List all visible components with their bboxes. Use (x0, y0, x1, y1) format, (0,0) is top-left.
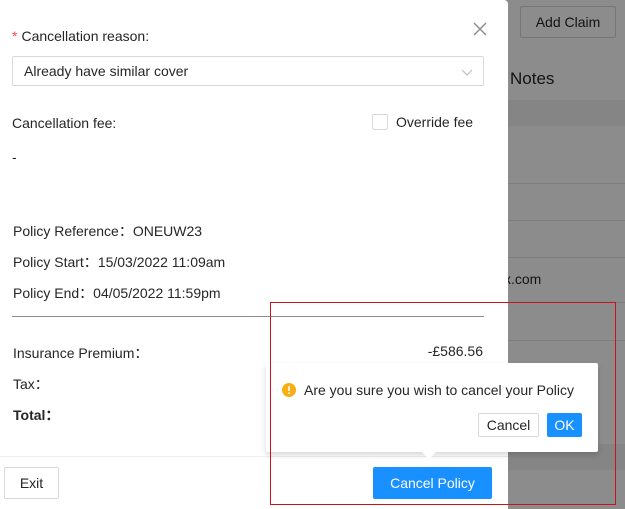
cancellation-reason-select[interactable]: Already have similar cover (12, 56, 484, 86)
policy-end-value: 04/05/2022 11:59pm (93, 285, 221, 301)
policy-start-row: Policy Start：15/03/2022 11:09am (13, 252, 225, 272)
cancellation-reason-text: Cancellation reason: (21, 28, 150, 44)
policy-reference-label: Policy Reference： (13, 223, 133, 239)
chevron-down-icon (461, 69, 473, 76)
tax-label: Tax： (13, 376, 49, 392)
cancellation-fee-label: Cancellation fee: (12, 115, 117, 131)
policy-end-row: Policy End：04/05/2022 11:59pm (13, 283, 221, 303)
override-fee-label: Override fee (396, 114, 474, 130)
checkbox-icon[interactable] (372, 114, 388, 130)
cancellation-fee-value: - (12, 149, 17, 165)
cancellation-reason-value: Already have similar cover (24, 63, 189, 79)
cancellation-reason-label: * Cancellation reason: (12, 28, 149, 44)
policy-reference-value: ONEUW23 (132, 223, 203, 239)
policy-start-value: 15/03/2022 11:09am (97, 254, 226, 270)
exit-button[interactable]: Exit (4, 467, 59, 499)
override-fee-checkbox[interactable]: Override fee (372, 114, 473, 130)
policy-reference-row: Policy Reference：ONEUW23 (13, 221, 202, 241)
total-label: Total： (13, 407, 60, 423)
policy-start-label: Policy Start： (13, 254, 98, 270)
required-marker: * (12, 28, 18, 44)
insurance-premium-label: Insurance Premium： (13, 345, 149, 361)
close-icon[interactable] (470, 19, 490, 39)
policy-end-label: Policy End： (13, 285, 94, 301)
highlight-box (270, 302, 616, 505)
